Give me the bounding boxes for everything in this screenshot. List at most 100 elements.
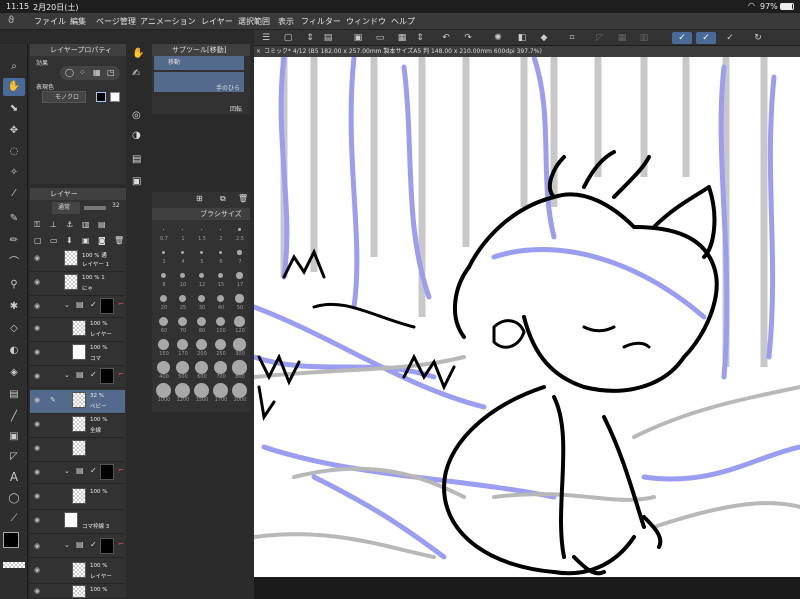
blend-icon[interactable]: ◐ bbox=[7, 344, 21, 358]
fill-icon[interactable]: ◆ bbox=[538, 32, 550, 44]
visibility-eye-icon[interactable]: ◉ bbox=[34, 278, 40, 286]
stepper-icon[interactable]: ⇕ bbox=[304, 32, 316, 44]
new-layer-icon[interactable]: ▢ bbox=[34, 236, 42, 245]
brush-size-dot[interactable] bbox=[235, 294, 244, 303]
brush-size-dot[interactable] bbox=[194, 360, 209, 375]
visibility-eye-icon[interactable]: ◉ bbox=[34, 302, 40, 310]
rotate-tool-icon[interactable]: ✍ bbox=[132, 68, 140, 79]
sync-icon[interactable]: ↻ bbox=[752, 32, 764, 44]
stepper-icon-2[interactable]: ⇕ bbox=[414, 32, 426, 44]
ruler-tool-icon[interactable]: ◸ bbox=[7, 450, 21, 464]
visibility-eye-icon[interactable]: ◉ bbox=[34, 566, 40, 574]
correct-line-icon[interactable]: ⟋ bbox=[7, 512, 21, 526]
brush-size-dot[interactable] bbox=[219, 228, 222, 231]
folder-toggle-icon[interactable]: ⌄ bbox=[64, 541, 70, 549]
transparent-color-swatch[interactable] bbox=[3, 562, 25, 568]
menu-animation[interactable]: アニメーション bbox=[140, 16, 196, 27]
brush-size-dot[interactable] bbox=[178, 294, 187, 303]
brush-size-dot[interactable] bbox=[233, 338, 246, 351]
folder-toggle-icon[interactable]: ⌄ bbox=[64, 371, 70, 379]
brush-size-dot[interactable] bbox=[177, 316, 188, 327]
lasso-icon[interactable]: ◌ bbox=[7, 145, 21, 159]
draft-icon[interactable]: ▤ bbox=[98, 220, 106, 229]
visibility-eye-icon[interactable]: ◉ bbox=[34, 420, 40, 428]
brush-size-dot[interactable] bbox=[237, 250, 242, 255]
brush-size-dot[interactable] bbox=[162, 251, 165, 254]
visibility-eye-icon[interactable]: ◉ bbox=[34, 444, 40, 452]
opacity-slider[interactable] bbox=[84, 206, 106, 210]
brush-size-dot[interactable] bbox=[214, 338, 227, 351]
pencil-icon[interactable]: ✏ bbox=[7, 234, 21, 248]
mask-add-icon[interactable]: ▣ bbox=[82, 236, 90, 245]
brush-size-dot[interactable] bbox=[213, 360, 228, 375]
color-mode-select[interactable]: モノクロ bbox=[42, 91, 86, 103]
brush-size-dot[interactable] bbox=[217, 272, 224, 279]
subtool-hand[interactable]: 手のひら bbox=[154, 72, 244, 92]
brush-size-dot[interactable] bbox=[159, 317, 168, 326]
check-icon[interactable]: ✓ bbox=[90, 370, 97, 379]
menu-view[interactable]: 表示 bbox=[278, 16, 294, 27]
menu-layer[interactable]: レイヤー bbox=[201, 16, 233, 27]
effect-circle-icon[interactable]: ◯ bbox=[65, 68, 74, 77]
layer-row-selected[interactable]: ◉ ✎ 32 % ベビー bbox=[30, 390, 125, 414]
frame-border-icon[interactable]: ▣ bbox=[7, 430, 21, 444]
visibility-eye-icon[interactable]: ◉ bbox=[34, 324, 40, 332]
folder-icon[interactable]: ▭ bbox=[374, 32, 386, 44]
grid-icon[interactable]: ▦ bbox=[616, 32, 628, 44]
check-icon[interactable]: ✓ bbox=[90, 540, 97, 549]
brush-icon[interactable]: ⌒ bbox=[7, 256, 21, 270]
color-white-swatch[interactable] bbox=[110, 92, 120, 102]
drawing-canvas[interactable] bbox=[254, 57, 800, 599]
brush-size-dot[interactable] bbox=[218, 250, 223, 255]
layer-row[interactable]: ◉ 100 % レイヤー bbox=[30, 560, 125, 584]
effect-dots-icon[interactable]: ⁘ bbox=[79, 68, 86, 77]
menu-help[interactable]: ヘルプ bbox=[391, 16, 415, 27]
brush-size-dot[interactable] bbox=[232, 360, 247, 375]
visibility-eye-icon[interactable]: ◉ bbox=[34, 396, 40, 404]
transform-icon[interactable]: ◸ bbox=[594, 32, 606, 44]
ruler-icon[interactable]: ▥ bbox=[638, 32, 650, 44]
brush-size-dot[interactable] bbox=[232, 383, 247, 398]
layer-row[interactable]: ◉ 100 % コマ bbox=[30, 342, 125, 366]
app-logo-icon[interactable]: ϑ bbox=[8, 15, 14, 26]
main-color-swatch[interactable] bbox=[3, 532, 19, 548]
new-icon[interactable]: ▢ bbox=[282, 32, 294, 44]
duplicate-icon[interactable]: ⧉ bbox=[220, 194, 226, 204]
brush-size-dot[interactable] bbox=[194, 383, 209, 398]
layer-row[interactable]: ◉ 100 % bbox=[30, 486, 125, 510]
brush-size-dot[interactable] bbox=[199, 250, 204, 255]
merge-icon[interactable]: ⬇ bbox=[66, 236, 73, 245]
layer-row[interactable]: ◉ 100 % bbox=[30, 584, 125, 599]
panel-icon-4[interactable]: ▣ bbox=[132, 176, 141, 187]
fill-tool-icon[interactable]: ◈ bbox=[7, 366, 21, 380]
visibility-eye-icon[interactable]: ◉ bbox=[34, 542, 40, 550]
crop-icon[interactable]: ⌗ bbox=[566, 32, 578, 44]
print-icon[interactable]: ▦ bbox=[396, 32, 408, 44]
magic-wand-icon[interactable]: ✧ bbox=[7, 166, 21, 180]
trash-icon[interactable]: 🗑 bbox=[238, 194, 248, 203]
menu-file[interactable]: ファイル bbox=[34, 16, 66, 27]
brush-size-dot[interactable] bbox=[196, 316, 207, 327]
clear-icon[interactable]: ◧ bbox=[516, 32, 528, 44]
color-black-swatch[interactable] bbox=[96, 92, 106, 102]
brush-size-dot[interactable] bbox=[157, 361, 170, 374]
lock-icon[interactable]: ⚿ bbox=[34, 220, 40, 230]
visibility-eye-icon[interactable]: ◉ bbox=[34, 492, 40, 500]
layer-row[interactable]: ◉ bbox=[30, 438, 125, 462]
brush-size-dot[interactable] bbox=[238, 228, 241, 231]
pen-stabilize-icon[interactable]: ✓ bbox=[696, 32, 716, 44]
figure-icon[interactable]: ╱ bbox=[7, 410, 21, 424]
subtool-move[interactable]: 移動 bbox=[154, 56, 244, 70]
layer-row[interactable]: ◉ コマ枠線 3 bbox=[30, 510, 125, 534]
pen-icon[interactable]: ✎ bbox=[7, 212, 21, 226]
layer-row[interactable]: ◉ 100 % 通 レイヤー 1 bbox=[30, 248, 125, 272]
blend-mode-select[interactable]: 通常 bbox=[52, 202, 80, 214]
undo-icon[interactable]: ↶ bbox=[440, 32, 452, 44]
eraser-icon[interactable]: ◇ bbox=[7, 322, 21, 336]
save-icon[interactable]: ▤ bbox=[322, 32, 334, 44]
menu-filter[interactable]: フィルター bbox=[301, 16, 341, 27]
mask-icon[interactable]: ▥ bbox=[82, 220, 90, 229]
layer-row[interactable]: ◉ 100 % 1 にゃ bbox=[30, 272, 125, 296]
clip-icon[interactable]: ⊥ bbox=[50, 220, 57, 229]
decoration-icon[interactable]: ✱ bbox=[7, 300, 21, 314]
